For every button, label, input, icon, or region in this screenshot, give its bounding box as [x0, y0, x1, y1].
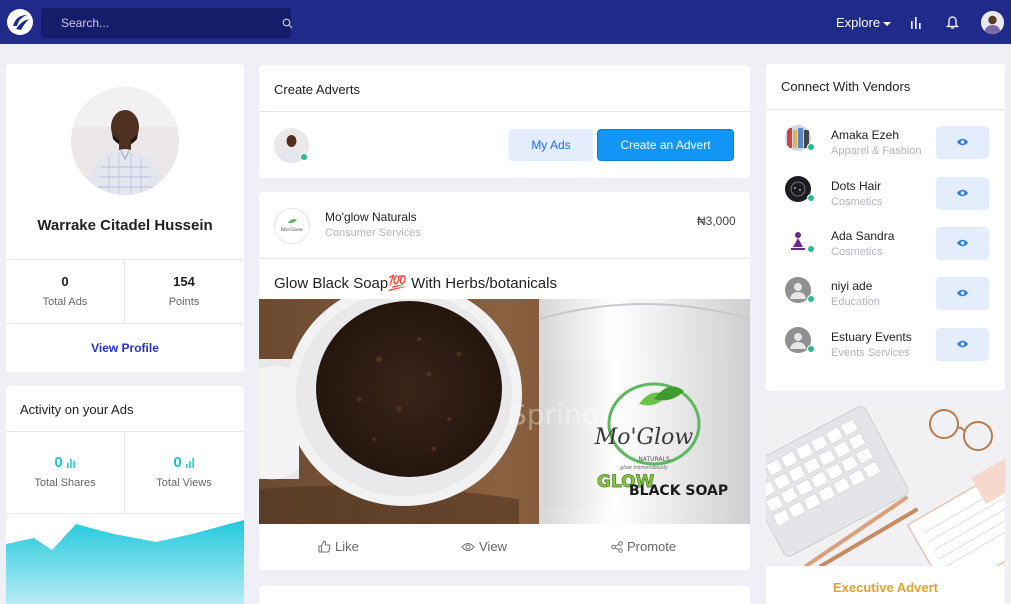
product-image[interactable]: Mo'Glow NATURALS glow tremendously GLOW …: [259, 299, 750, 524]
total-ads-value: 0: [61, 274, 69, 289]
vendor-name[interactable]: niyi ade: [831, 279, 872, 293]
vendor-name[interactable]: Estuary Events: [831, 330, 912, 344]
points-value: 154: [173, 274, 195, 289]
view-button[interactable]: View: [461, 539, 507, 554]
promote-button[interactable]: Promote: [611, 539, 676, 554]
search-icon[interactable]: [282, 18, 293, 29]
search-input[interactable]: [41, 8, 291, 38]
app-logo-icon[interactable]: [7, 9, 33, 35]
vendors-card: Connect With Vendors Amaka Ezeh Apparel …: [766, 64, 1005, 391]
eye-icon: [956, 138, 969, 146]
view-vendor-button[interactable]: [936, 126, 989, 159]
view-vendor-button[interactable]: [936, 277, 989, 310]
top-navbar: Explore: [0, 0, 1011, 44]
vendors-title: Connect With Vendors: [781, 79, 911, 94]
eye-icon: [956, 340, 969, 348]
advert-post-card: Mo'Glow Mo'glow Naturals Consumer Servic…: [259, 192, 750, 570]
eye-icon: [461, 542, 475, 551]
divider: [6, 323, 244, 324]
view-profile-link[interactable]: View Profile: [6, 341, 244, 355]
executive-advert-image[interactable]: [766, 406, 1005, 566]
divider: [6, 259, 244, 260]
next-post-card: [259, 586, 750, 604]
image-black-soap-text: BLACK SOAP: [629, 483, 728, 499]
create-adverts-card: Create Adverts My Ads Create an Advert: [259, 65, 750, 178]
executive-advert-label[interactable]: Executive Advert: [766, 580, 1005, 595]
create-advert-button[interactable]: Create an Advert: [597, 129, 734, 161]
total-shares-value: 0: [6, 454, 124, 471]
bar-chart-icon: [185, 458, 194, 469]
bar-chart-icon[interactable]: [910, 16, 922, 29]
online-status-dot: [807, 345, 815, 353]
activity-card: Activity on your Ads 0 Total Shares 0 To…: [6, 386, 244, 604]
total-shares-number: 0: [54, 454, 63, 471]
image-watermark-text: Spring: [509, 398, 599, 431]
image-brand-text: Mo'Glow: [594, 425, 694, 450]
points-label: Points: [168, 296, 200, 308]
share-icon: [611, 540, 623, 553]
view-vendor-button[interactable]: [936, 328, 989, 361]
online-status-dot: [807, 295, 815, 303]
explore-label: Explore: [836, 15, 881, 30]
divider: [259, 258, 750, 259]
my-ads-button[interactable]: My Ads: [509, 129, 593, 161]
divider: [766, 109, 1005, 110]
online-status-dot: [807, 194, 815, 202]
divider: [6, 431, 244, 432]
post-title[interactable]: Glow Black Soap💯 With Herbs/botanicals: [274, 274, 557, 292]
view-label: View: [479, 539, 507, 554]
search-box: [41, 8, 293, 38]
total-ads-label: Total Ads: [42, 296, 88, 308]
user-avatar[interactable]: [981, 11, 1004, 34]
explore-menu[interactable]: Explore: [836, 15, 892, 30]
image-naturals-text: NATURALS: [638, 456, 670, 463]
image-tagline-text: glow tremendously: [620, 465, 669, 471]
total-shares-label: Total Shares: [34, 477, 96, 489]
vendor-logo[interactable]: Mo'Glow: [274, 208, 310, 244]
vendor-category: Cosmetics: [831, 246, 883, 258]
online-status-dot: [807, 245, 815, 253]
profile-name: Warrake Citadel Hussein: [37, 217, 213, 234]
online-status-dot: [807, 143, 815, 151]
like-label: Like: [335, 539, 359, 554]
vendor-category: Events Services: [831, 347, 910, 359]
post-vendor-name[interactable]: Mo'glow Naturals: [325, 210, 417, 224]
bell-icon[interactable]: [946, 15, 959, 29]
promote-label: Promote: [627, 539, 677, 554]
create-adverts-title: Create Adverts: [274, 82, 360, 97]
eye-icon: [956, 289, 969, 297]
profile-card: Warrake Citadel Hussein 0 Total Ads 154 …: [6, 64, 244, 372]
caret-down-icon: [883, 21, 892, 26]
executive-advert-card[interactable]: Executive Advert: [766, 406, 1005, 604]
vendor-name[interactable]: Ada Sandra: [831, 229, 894, 243]
eye-icon: [956, 239, 969, 247]
view-vendor-button[interactable]: [936, 177, 989, 210]
vendor-category: Apparel & Fashion: [831, 145, 922, 157]
divider: [259, 111, 750, 112]
thumbs-up-icon: [318, 540, 331, 553]
activity-title: Activity on your Ads: [20, 402, 134, 417]
vendor-name[interactable]: Amaka Ezeh: [831, 128, 899, 142]
view-vendor-button[interactable]: [936, 227, 989, 260]
vendor-name[interactable]: Dots Hair: [831, 179, 881, 193]
total-views-value: 0: [125, 454, 243, 471]
divider: [124, 431, 125, 513]
like-button[interactable]: Like: [318, 539, 359, 554]
post-vendor-category: Consumer Services: [325, 227, 421, 239]
vendor-category: Education: [831, 296, 880, 308]
total-views-label: Total Views: [156, 477, 212, 489]
total-views-number: 0: [173, 454, 182, 471]
vendor-category: Cosmetics: [831, 196, 883, 208]
activity-area-chart: [6, 520, 244, 604]
svg-text:Mo'Glow: Mo'Glow: [281, 227, 304, 233]
profile-avatar[interactable]: [71, 87, 179, 195]
divider: [124, 259, 125, 323]
eye-icon: [956, 189, 969, 197]
online-status-dot: [300, 153, 308, 161]
bar-chart-icon: [66, 459, 75, 469]
post-price: ₦3,000: [697, 214, 736, 228]
